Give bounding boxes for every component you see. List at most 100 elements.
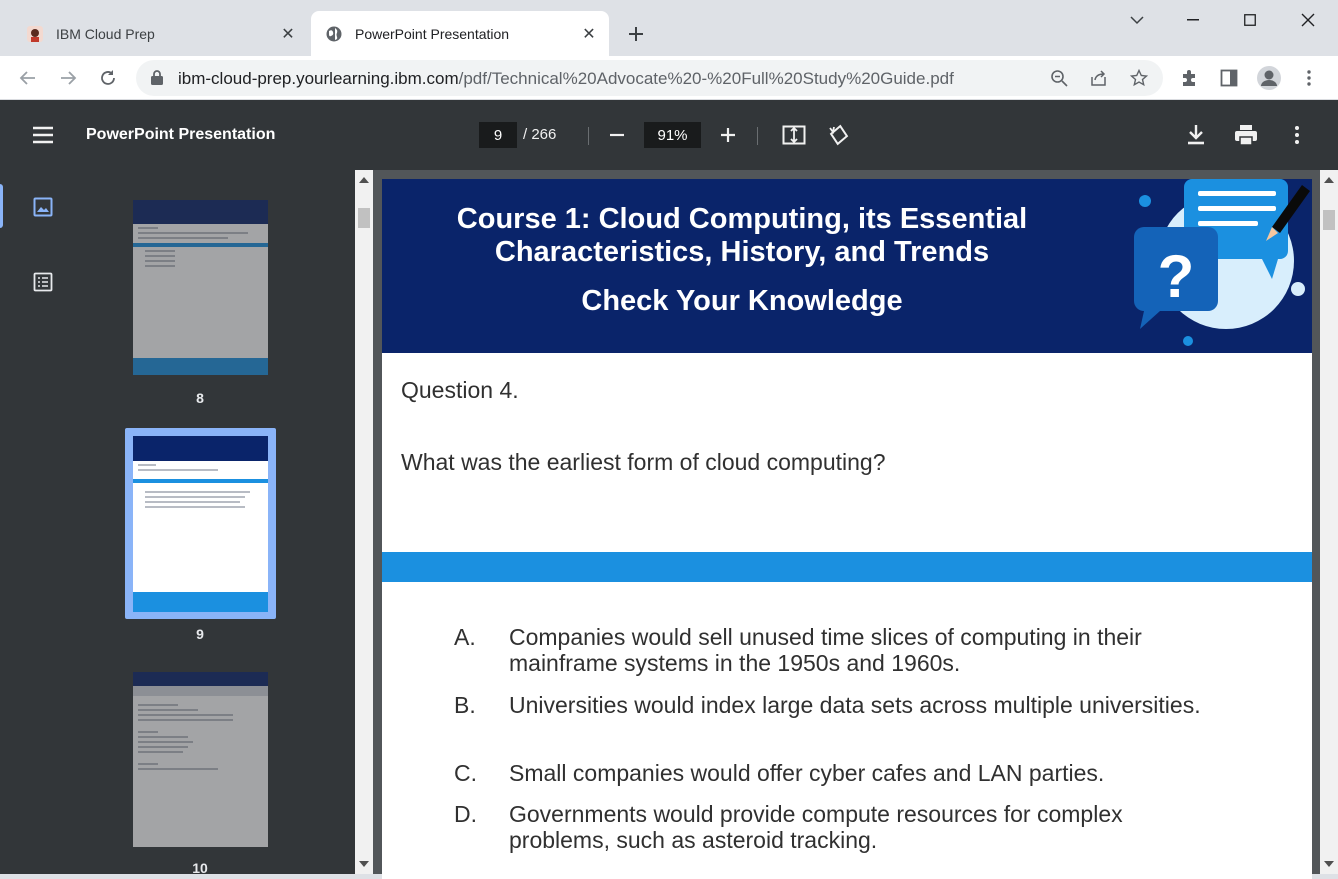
arrow-left-icon — [19, 71, 35, 85]
address-bar[interactable]: ibm-cloud-prep.yourlearning.ibm.com/pdf/… — [136, 60, 1163, 96]
bookmark-star-icon[interactable] — [1127, 66, 1151, 90]
profile-button[interactable] — [1253, 62, 1285, 94]
minimize-icon — [1187, 19, 1199, 21]
maximize-icon — [1244, 14, 1256, 26]
side-panel-button[interactable] — [1213, 62, 1245, 94]
forward-button[interactable] — [52, 62, 84, 94]
back-button[interactable] — [12, 62, 44, 94]
page-total: / 266 — [523, 126, 557, 143]
page-thumbnail-9[interactable] — [133, 436, 268, 612]
tab-ibm-cloud-prep[interactable]: IBM Cloud Prep ✕ — [12, 11, 308, 56]
share-icon[interactable] — [1087, 66, 1111, 90]
option-text: Small companies would offer cyber cafes … — [509, 760, 1105, 786]
globe-icon — [325, 25, 343, 43]
zoom-out-button[interactable] — [603, 121, 631, 149]
scroll-down-arrow-icon[interactable] — [1324, 861, 1334, 867]
page-number-input[interactable]: 9 — [479, 122, 517, 148]
slide-header: Course 1: Cloud Computing, its Essential… — [382, 179, 1312, 353]
thumbnail-sidebar: 8 9 10 — [0, 170, 355, 874]
close-window-button[interactable] — [1285, 8, 1331, 32]
answer-option-b: B. Universities would index large data s… — [454, 692, 1254, 718]
document-title: PowerPoint Presentation — [86, 126, 276, 143]
reload-button[interactable] — [92, 62, 124, 94]
pdf-toolbar: PowerPoint Presentation 9 / 266 91% — [0, 100, 1338, 170]
zoom-level-input[interactable]: 91% — [644, 122, 701, 148]
print-button[interactable] — [1232, 121, 1260, 149]
thumbnail-page-number: 10 — [192, 860, 208, 874]
thumbnails-view-button[interactable] — [30, 194, 56, 220]
option-letter: B. — [454, 692, 476, 718]
question-chat-illustration-icon: ? — [1134, 179, 1310, 346]
scrollbar-thumb[interactable] — [358, 208, 370, 228]
answer-option-c: C. Small companies would offer cyber caf… — [454, 760, 1254, 786]
scroll-up-arrow-icon[interactable] — [1324, 177, 1334, 183]
maximize-button[interactable] — [1227, 8, 1273, 32]
selected-view-indicator — [0, 184, 3, 228]
sidebar-toggle-button[interactable] — [30, 122, 56, 148]
option-text: Governments would provide compute resour… — [509, 801, 1123, 853]
more-vertical-icon — [1307, 70, 1311, 86]
more-actions-button[interactable] — [1283, 121, 1311, 149]
scroll-up-arrow-icon[interactable] — [359, 177, 369, 183]
answer-option-a: A. Companies would sell unused time slic… — [454, 624, 1254, 676]
option-letter: A. — [454, 624, 476, 650]
zoom-icon[interactable] — [1047, 66, 1071, 90]
arrow-right-icon — [61, 71, 77, 85]
printer-icon — [1235, 125, 1257, 146]
chrome-menu-button[interactable] — [1293, 62, 1325, 94]
minimize-button[interactable] — [1170, 8, 1216, 32]
browser-toolbar: ibm-cloud-prep.yourlearning.ibm.com/pdf/… — [0, 56, 1338, 100]
document-scrollbar[interactable] — [1320, 170, 1338, 874]
tab-strip: IBM Cloud Prep ✕ PowerPoint Presentation… — [0, 0, 1338, 56]
tab-search-button[interactable] — [1114, 8, 1160, 32]
tab-title: PowerPoint Presentation — [355, 25, 510, 42]
option-text: Companies would sell unused time slices … — [509, 624, 1142, 676]
thumbnail-page-number: 8 — [196, 390, 204, 406]
url-text: ibm-cloud-prep.yourlearning.ibm.com/pdf/… — [178, 69, 954, 88]
list-outline-icon — [33, 272, 53, 292]
chevron-down-icon — [1130, 16, 1144, 25]
page-thumbnail-10[interactable] — [133, 672, 268, 847]
divider — [588, 127, 589, 145]
rotate-counterclockwise-icon — [829, 124, 849, 146]
download-icon — [1188, 125, 1204, 145]
close-icon — [1301, 13, 1315, 27]
profile-avatar-icon — [1257, 66, 1281, 90]
fit-to-page-button[interactable] — [780, 121, 808, 149]
pdf-page: Course 1: Cloud Computing, its Essential… — [382, 179, 1312, 879]
close-tab-icon[interactable]: ✕ — [579, 24, 599, 44]
page-thumbnail-8[interactable] — [133, 200, 268, 375]
rotate-button[interactable] — [825, 121, 853, 149]
side-panel-icon — [1220, 69, 1238, 87]
slide-subheading: Check Your Knowledge — [581, 285, 903, 317]
tab-powerpoint-presentation[interactable]: PowerPoint Presentation ✕ — [311, 11, 609, 56]
fit-page-icon — [782, 125, 806, 145]
accent-band — [382, 552, 1312, 582]
option-text: Universities would index large data sets… — [509, 692, 1201, 718]
extensions-button[interactable] — [1173, 62, 1205, 94]
new-tab-button[interactable] — [622, 20, 650, 48]
scroll-down-arrow-icon[interactable] — [359, 861, 369, 867]
minus-icon — [610, 133, 624, 137]
puzzle-icon — [1183, 70, 1195, 86]
tab-title: IBM Cloud Prep — [56, 25, 155, 42]
question-label: Question 4. — [401, 377, 519, 403]
scrollbar-thumb[interactable] — [1323, 210, 1335, 230]
sidebar-scrollbar[interactable] — [355, 170, 373, 874]
option-letter: C. — [454, 760, 477, 786]
outline-view-button[interactable] — [30, 269, 56, 295]
lock-icon[interactable] — [150, 69, 164, 90]
avatar-favicon-icon — [26, 25, 44, 43]
zoom-in-button[interactable] — [714, 121, 742, 149]
more-vertical-icon — [1295, 126, 1299, 144]
reload-icon — [101, 70, 115, 85]
thumbnail-page-number: 9 — [196, 626, 204, 642]
hamburger-menu-icon — [33, 126, 53, 144]
plus-icon — [629, 27, 643, 41]
question-text: What was the earliest form of cloud comp… — [401, 449, 886, 475]
image-thumbnail-icon — [33, 197, 53, 217]
svg-text:?: ? — [1158, 243, 1195, 310]
download-button[interactable] — [1182, 121, 1210, 149]
close-tab-icon[interactable]: ✕ — [278, 24, 298, 44]
plus-icon — [721, 128, 735, 142]
